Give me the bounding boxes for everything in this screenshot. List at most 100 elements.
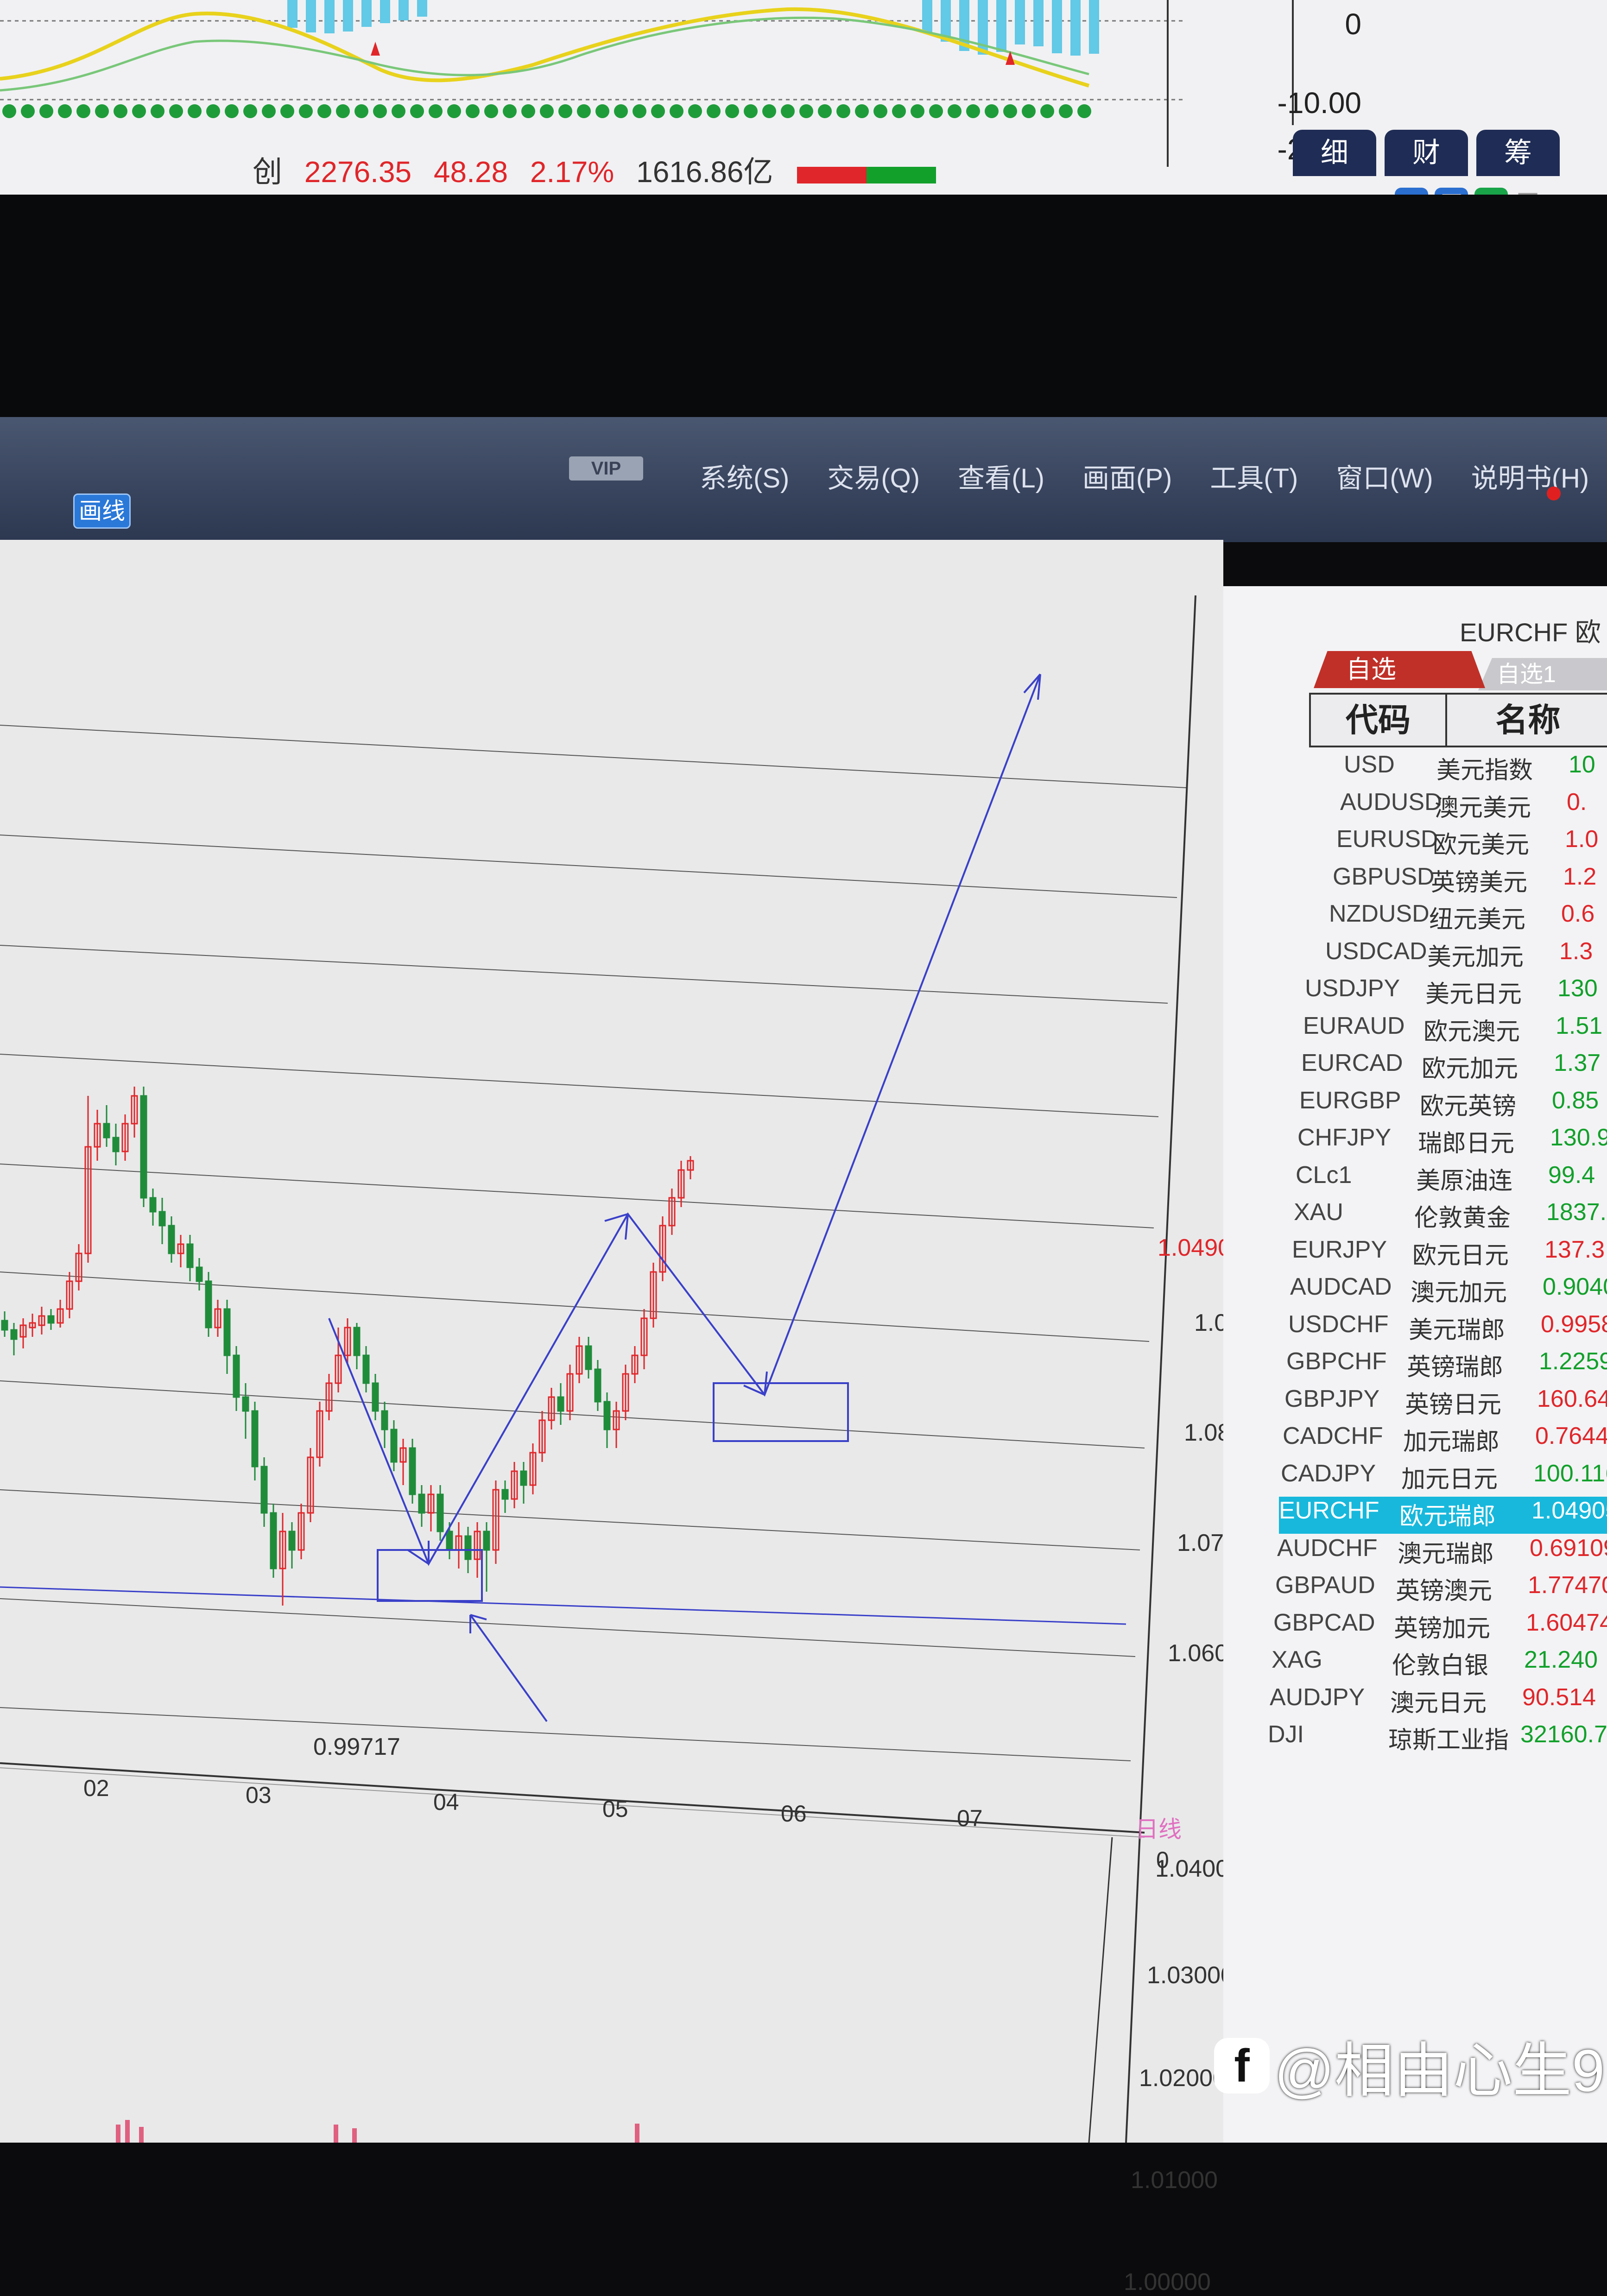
quote-price: 1.37 (1554, 1050, 1601, 1076)
quote-code: EURJPY (1292, 1236, 1387, 1263)
quote-row[interactable]: USDCHF 美元瑞郎 0.9958 (1288, 1310, 1607, 1347)
menu-system[interactable]: 系统(S) (700, 456, 789, 495)
kline-chart[interactable] (0, 540, 1223, 2143)
quote-row[interactable]: DJI 琼斯工业指 32160.74 (1268, 1720, 1607, 1758)
candle-body (140, 1095, 147, 1199)
candle-body (362, 1354, 370, 1384)
date-label-05: 05 (602, 1796, 628, 1822)
quote-row[interactable]: EURAUD 欧元澳元 1.51 (1303, 1012, 1607, 1049)
quote-name: 琼斯工业指 (1388, 1727, 1509, 1754)
quote-code: GBPJPY (1284, 1385, 1380, 1412)
column-code-header[interactable]: 代码 (1309, 693, 1447, 747)
quote-row[interactable]: CLc1 美原油连 99.4 (1296, 1161, 1607, 1198)
status-prefix: 创 (253, 155, 282, 189)
quote-name: 美元日元 (1425, 981, 1522, 1008)
index-value: 2276.35 (304, 155, 412, 189)
quote-row[interactable]: USD 美元指数 10 (1316, 751, 1607, 788)
column-name-header[interactable]: 名称 (1445, 693, 1607, 747)
quote-price: 0.9958 (1541, 1310, 1607, 1338)
quote-price: 0.9040 (1543, 1273, 1607, 1300)
quote-code: AUDCHF (1277, 1534, 1378, 1562)
kline-chart-area[interactable]: 1.09000 1.08000 1.07000 1.06000 1.04000 … (0, 540, 1281, 2296)
quote-code: EURGBP (1299, 1087, 1401, 1114)
date-label-04: 04 (433, 1789, 459, 1815)
tab-finance[interactable]: 财 (1385, 130, 1468, 176)
menu-view[interactable]: 查看(L) (958, 456, 1044, 495)
quote-row[interactable]: GBPCAD 英镑加元 1.60474 (1273, 1609, 1607, 1646)
quote-row[interactable]: AUDUSD 澳元美元 0. (1314, 788, 1607, 825)
quote-row[interactable]: USDJPY 美元日元 130 (1305, 974, 1607, 1012)
period-label[interactable]: 日线 (1135, 1811, 1182, 1844)
quote-row[interactable]: GBPCHF 英镑瑞郎 1.2259 (1286, 1347, 1607, 1385)
tab-watchlist[interactable]: 自选 (1314, 651, 1485, 688)
quote-price: 10 (1569, 751, 1595, 778)
quote-row[interactable]: GBPAUD 英镑澳元 1.77470 (1275, 1571, 1607, 1608)
low-price-label: 0.99717 (313, 1733, 400, 1760)
menu-tools[interactable]: 工具(T) (1210, 456, 1298, 495)
quote-name: 英镑瑞郎 (1407, 1354, 1504, 1381)
quote-row[interactable]: CADCHF 加元瑞郎 0.76446 (1283, 1422, 1607, 1459)
quote-row[interactable]: USDCAD 美元加元 1.3 (1307, 937, 1607, 974)
quote-price: 0.69109 (1530, 1534, 1607, 1562)
quote-row[interactable]: XAG 伦敦白银 21.240 (1272, 1646, 1607, 1683)
quote-name: 美元瑞郎 (1409, 1316, 1506, 1344)
quote-row[interactable]: AUDCHF 澳元瑞郎 0.69109 (1277, 1534, 1607, 1571)
quote-name: 欧元加元 (1422, 1056, 1518, 1082)
price-label-101: 1.01000 (1131, 2167, 1218, 2194)
menu-trade[interactable]: 交易(Q) (827, 456, 920, 495)
quote-row[interactable]: CADJPY 加元日元 100.116 (1281, 1460, 1607, 1497)
quote-row[interactable]: EURCAD 欧元加元 1.37 (1301, 1049, 1607, 1086)
vip-badge[interactable]: VIP (569, 456, 643, 481)
price-axis-line (1125, 595, 1196, 2143)
turnover: 1616.86亿 (636, 155, 773, 189)
menu-manual[interactable]: 说明书(H) (1471, 456, 1589, 495)
quote-price: 160.64 (1537, 1385, 1607, 1412)
quote-price: 100.116 (1533, 1460, 1607, 1487)
quote-row[interactable]: GBPJPY 英镑日元 160.64 (1284, 1385, 1607, 1422)
quote-name: 欧元美元 (1433, 832, 1530, 859)
candle-body (168, 1225, 175, 1254)
quote-name: 澳元日元 (1390, 1689, 1487, 1717)
tab-detail[interactable]: 细 (1293, 130, 1376, 176)
draw-line-button[interactable]: 画线 (73, 493, 131, 529)
candle-body (205, 1280, 212, 1328)
quote-name: 英镑加元 (1394, 1615, 1491, 1642)
menu-screen[interactable]: 画面(P) (1082, 456, 1172, 495)
watermark: f @相由心生9 (1214, 2023, 1605, 2108)
quote-name: 澳元加元 (1411, 1279, 1507, 1306)
candle-body (390, 1429, 398, 1463)
candle-body (103, 1123, 110, 1139)
quote-row[interactable]: NZDUSD 纽元美元 0.6 (1309, 900, 1607, 937)
quote-code: CLc1 (1296, 1161, 1352, 1189)
tab-chips[interactable]: 筹 (1476, 130, 1560, 176)
quote-price: 130.9 (1550, 1124, 1607, 1151)
candle-body (353, 1327, 361, 1356)
quote-row[interactable]: XAU 伦敦黄金 1837. (1294, 1198, 1607, 1235)
quote-row[interactable]: AUDJPY 澳元日元 90.514 (1270, 1683, 1607, 1720)
quote-code: XAU (1294, 1199, 1343, 1226)
candles (1, 1087, 694, 1606)
quote-row[interactable]: GBPUSD 英镑美元 1.2 (1310, 863, 1607, 900)
quote-price: 137.3 (1544, 1236, 1605, 1263)
quote-name: 伦敦白银 (1392, 1652, 1489, 1679)
target-box (713, 1382, 849, 1442)
candle-body (47, 1315, 55, 1324)
quote-row[interactable]: EURUSD 欧元美元 1.0 (1312, 825, 1607, 862)
quote-row[interactable]: CHFJPY 瑞郎日元 130.9 (1297, 1124, 1607, 1161)
quote-price: 32160.74 (1520, 1721, 1607, 1748)
candle-body (483, 1531, 490, 1551)
quote-row[interactable]: EURJPY 欧元日元 137.3 (1292, 1236, 1607, 1273)
tab-watchlist-1[interactable]: 自选1 (1478, 658, 1607, 690)
menu-window[interactable]: 窗口(W) (1336, 456, 1433, 495)
candle-body (251, 1410, 259, 1467)
quote-name: 美元指数 (1436, 757, 1533, 784)
quote-name: 伦敦黄金 (1414, 1205, 1511, 1232)
candle-body (557, 1396, 564, 1412)
quote-row[interactable]: AUDCAD 澳元加元 0.9040 (1290, 1273, 1607, 1310)
quote-row[interactable]: EURGBP 欧元英镑 0.85 (1299, 1087, 1607, 1124)
quote-price: 1.2259 (1539, 1348, 1607, 1375)
quote-row-selected[interactable]: EURCHF 欧元瑞郎 1.04905 (1279, 1497, 1607, 1534)
price-label-100: 1.00000 (1124, 2269, 1211, 2296)
quote-code: EURCHF (1279, 1497, 1379, 1524)
volume-zero-label: 0 (1156, 1847, 1169, 1873)
